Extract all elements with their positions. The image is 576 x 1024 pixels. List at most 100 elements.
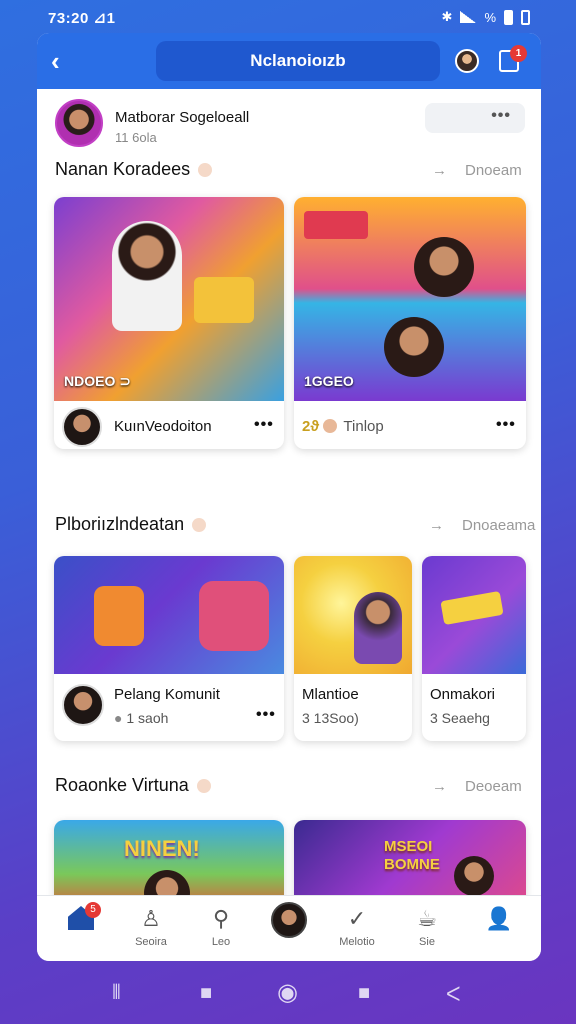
tab-search[interactable]: ⚲ Leo <box>191 906 251 948</box>
arrow-icon: → <box>432 778 447 795</box>
section-title: Plboriızlndeatan <box>55 514 207 535</box>
sofa-figure <box>199 581 269 651</box>
tab-account[interactable]: 👤 <box>469 906 529 936</box>
battery-icon <box>504 9 513 25</box>
home-badge: 5 <box>85 902 101 918</box>
avatar-icon[interactable] <box>455 49 479 73</box>
card-subtitle: 3 Seaehg <box>430 710 490 726</box>
section-link[interactable]: → Dnoaeama <box>429 517 535 534</box>
avatar-icon <box>271 902 307 938</box>
page-title[interactable]: Nclanoioızb <box>156 41 440 81</box>
tab-label: Sie <box>419 936 435 948</box>
notification-badge: 1 <box>510 45 527 62</box>
avatar-icon <box>323 419 338 433</box>
tab-label: Leo <box>211 936 231 948</box>
battery-outline-icon <box>521 9 530 25</box>
character-figure <box>94 586 144 646</box>
sign-icon <box>304 211 368 239</box>
section-link-text: Deoeam <box>465 778 522 795</box>
video-thumbnail[interactable]: NDOEO ⊃ <box>54 197 284 401</box>
section-link-text: Dnoaeama <box>462 517 536 534</box>
home-icon <box>51 906 111 932</box>
community-card[interactable]: Pelang Komunit ● 1 saoh ••• <box>54 556 284 741</box>
person-figure <box>384 317 444 377</box>
banner-text: MSEOI BOMNE <box>384 838 440 873</box>
emoji-icon <box>196 779 211 794</box>
status-bar: 73:20 ⊿1 ✱ % <box>0 0 576 34</box>
section-title: Roaonke Virtuna <box>55 775 211 796</box>
banner-text: NINEN! <box>124 836 200 861</box>
person-icon: ● <box>114 710 123 726</box>
person-icon: ♙ <box>141 906 161 931</box>
tab-home[interactable]: 5 <box>51 902 111 936</box>
video-card[interactable]: NDOEO ⊃ KuınVeodoiton ••• <box>54 197 284 449</box>
gift-box-icon <box>194 277 254 323</box>
tab-melotio[interactable]: ✓ Melotio <box>327 906 387 948</box>
back-nav-icon[interactable]: ᐸ <box>446 982 461 1007</box>
section-link[interactable]: → Deoeam <box>432 778 522 795</box>
person-figure <box>112 221 182 331</box>
more-icon[interactable]: ••• <box>254 416 274 434</box>
avatar[interactable] <box>62 407 102 447</box>
profile-name: Matborar Sogeloeall <box>115 109 250 126</box>
more-icon[interactable]: ••• <box>256 706 276 724</box>
bottom-tab-bar: 5 ♙ Seoira ⚲ Leo ✓ Melotio ☕ Sie 👤 <box>37 895 541 961</box>
more-icon[interactable]: ••• <box>496 416 516 434</box>
video-card[interactable]: 1GGEO 2ϑ Tinlop ••• <box>294 197 526 449</box>
card-title: Tinlop <box>343 418 384 435</box>
section-link[interactable]: → Dnoeam <box>432 162 522 179</box>
status-icons: ✱ % <box>442 9 530 25</box>
community-thumbnail[interactable] <box>54 556 284 674</box>
profile-icon: 👤 <box>485 906 513 931</box>
emoji-icon <box>192 518 207 533</box>
card-title: KuınVeodoiton <box>114 418 212 435</box>
profile-header[interactable]: Matborar Sogeloeall 11 6ola ••• <box>53 99 533 151</box>
bluetooth-icon: ✱ <box>441 9 453 24</box>
person-figure <box>454 856 494 896</box>
recents-icon[interactable]: ⦀ <box>112 982 121 1005</box>
system-nav-bar: ⦀ ■ ◉ ■ ᐸ <box>0 964 576 1024</box>
mug-icon: ☕ <box>417 906 437 931</box>
section-link-text: Dnoeam <box>465 162 522 179</box>
arrow-icon: → <box>429 517 444 534</box>
back-icon[interactable]: ‹ <box>51 47 77 75</box>
home-button-icon[interactable]: ◉ <box>277 978 298 1007</box>
video-thumbnail[interactable]: 1GGEO <box>294 197 526 401</box>
thumbnail-label: 1GGEO <box>304 373 354 389</box>
tab-profile-center[interactable] <box>259 902 319 938</box>
square-icon[interactable]: ■ <box>358 982 370 1005</box>
app-bar: ‹ Nclanoioızb 1 <box>37 33 541 89</box>
profile-subtitle: 11 6ola <box>115 130 157 145</box>
section-title-text: Roaonke Virtuna <box>55 775 189 795</box>
search-icon: ⚲ <box>212 906 230 931</box>
community-thumbnail[interactable] <box>294 556 412 674</box>
card-title-row: 2ϑ Tinlop <box>302 418 384 435</box>
section-title: Nanan Koradees <box>55 159 213 180</box>
card-subtitle-text: 1 saoh <box>126 710 169 726</box>
check-icon: ✓ <box>347 906 367 931</box>
square-icon[interactable]: ■ <box>200 982 212 1005</box>
card-prefix: 2ϑ <box>302 418 320 435</box>
app-window: ‹ Nclanoioızb 1 Matborar Sogeloeall 11 6… <box>37 33 541 961</box>
signal-icon <box>460 11 477 23</box>
avatar[interactable] <box>55 99 103 147</box>
section-title-text: Nanan Koradees <box>55 159 191 179</box>
community-thumbnail[interactable] <box>422 556 526 674</box>
emoji-icon <box>198 163 213 178</box>
main-content: Matborar Sogeloeall 11 6ola ••• Nanan Ko… <box>37 89 541 910</box>
card-subtitle: ● 1 saoh <box>114 710 168 726</box>
status-time: 73:20 ⊿1 <box>48 10 116 27</box>
community-card[interactable]: Mlantioe 3 13Soo) <box>294 556 412 741</box>
community-card[interactable]: Onmakori 3 Seaehg <box>422 556 526 741</box>
tab-people[interactable]: ♙ Seoira <box>121 906 181 948</box>
card-subtitle: 3 13Soo) <box>302 710 359 726</box>
avatar[interactable] <box>62 684 104 726</box>
banner-figure <box>440 590 504 626</box>
section-title-text: Plboriızlndeatan <box>55 514 185 534</box>
tab-label: Melotio <box>339 936 375 948</box>
person-figure <box>414 237 474 297</box>
more-icon[interactable]: ••• <box>425 103 525 133</box>
card-title: Onmakori <box>430 686 496 703</box>
battery-percent: % <box>484 9 496 25</box>
tab-sie[interactable]: ☕ Sie <box>397 906 457 948</box>
